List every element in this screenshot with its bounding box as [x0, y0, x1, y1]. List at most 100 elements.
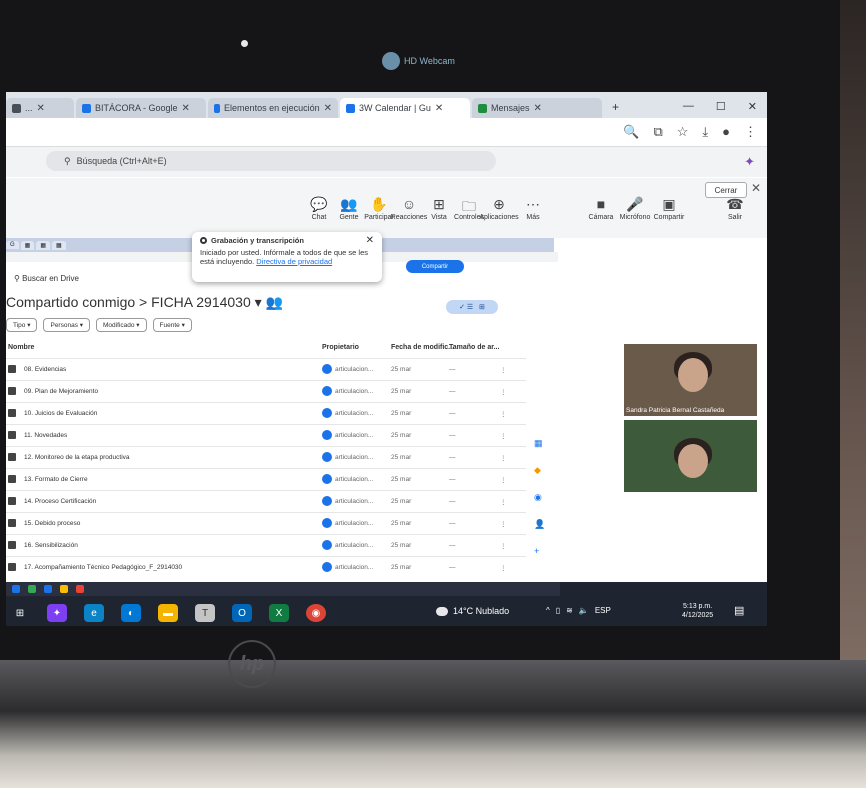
table-row[interactable]: 15. Debido proceso 25 mar — ⋮ articulacion..…	[6, 512, 526, 535]
more-options-icon[interactable]: ⋮	[500, 542, 507, 550]
weather-widget[interactable]: 14°C Nublado	[436, 606, 509, 616]
chat-button[interactable]: 💬 Chat	[302, 196, 336, 221]
more-options-icon[interactable]: ⋮	[500, 454, 507, 462]
profile-avatar[interactable]: ●	[722, 124, 730, 140]
salir-button[interactable]: ☎ Salir	[718, 196, 752, 221]
minimize-icon[interactable]: —	[683, 100, 694, 113]
chevron-up-icon[interactable]: ^	[546, 606, 550, 615]
filter-chip[interactable]: Tipo ▾	[6, 318, 38, 332]
share-button[interactable]: Compartir	[406, 260, 464, 273]
column-size[interactable]: Tamaño de ar...	[449, 344, 499, 351]
table-row[interactable]: 11. Novedades 25 mar — ⋮ articulacion...	[6, 424, 526, 447]
browser-menu-icon[interactable]: ⋮	[744, 124, 757, 140]
close-tab-icon[interactable]: ✕	[534, 103, 542, 114]
mic-icon: 🎤	[626, 196, 644, 212]
add-icon[interactable]: +	[534, 546, 550, 556]
drive-tab[interactable]: ▦	[20, 240, 35, 250]
drive-search[interactable]: ⚲ Buscar en Drive	[14, 274, 79, 283]
file-explorer-icon[interactable]: ▬	[158, 604, 178, 622]
table-row[interactable]: 08. Evidencias 25 mar — ⋮ articulacion...	[6, 358, 526, 381]
filter-chip[interactable]: Modificado ▾	[96, 318, 147, 332]
close-tab-icon[interactable]: ✕	[182, 103, 190, 114]
micrófono-button[interactable]: 🎤 Micrófono	[618, 196, 652, 221]
filter-chip[interactable]: Fuente ▾	[152, 318, 192, 332]
start-icon[interactable]: ⊞	[10, 604, 30, 622]
table-row[interactable]: 16. Sensibilización 25 mar — ⋮ articulacion.…	[6, 534, 526, 557]
volume-icon[interactable]: 🔈	[579, 606, 589, 615]
column-date[interactable]: Fecha de modific...	[391, 344, 454, 351]
raise-hand-icon: ✋	[370, 196, 388, 212]
vista-button[interactable]: ⊞ Vista	[422, 196, 456, 221]
notifications-icon[interactable]: ▤	[734, 604, 744, 617]
table-row[interactable]: 12. Monitoreo de la etapa productiva 25 m…	[6, 446, 526, 469]
column-name[interactable]: Nombre	[8, 344, 34, 351]
owner: articulacion...	[322, 562, 373, 572]
wifi-icon[interactable]: ≋	[566, 606, 573, 615]
teams-icon[interactable]: T	[195, 604, 215, 622]
más-button[interactable]: ⋯ Más	[516, 196, 550, 221]
browser-tab[interactable]: 3W Calendar | Gu ✕	[340, 98, 470, 118]
more-options-icon[interactable]: ⋮	[500, 476, 507, 484]
table-row[interactable]: 14. Proceso Certificación 25 mar — ⋮ articul…	[6, 490, 526, 513]
view-toggle[interactable]: ✓ ☰ ⊞	[446, 300, 498, 314]
drive-tab[interactable]: G	[6, 241, 19, 249]
new-tab-icon[interactable]: +	[604, 100, 627, 118]
browser-tab[interactable]: BITÁCORA - Google ✕	[76, 98, 206, 118]
filter-chip[interactable]: Personas ▾	[43, 318, 91, 332]
chrome-icon[interactable]: ◉	[306, 604, 326, 622]
keep-icon[interactable]: ◆	[534, 465, 550, 476]
close-tab-icon[interactable]: ✕	[37, 103, 45, 114]
download-icon[interactable]: ⤓	[702, 124, 708, 140]
close-icon[interactable]: ✕	[751, 181, 761, 195]
copilot-app-icon[interactable]: ✦	[47, 604, 67, 622]
tasks-icon[interactable]: ◉	[534, 492, 550, 503]
copilot-icon[interactable]: ✦	[744, 154, 755, 170]
privacy-link[interactable]: Directiva de privacidad	[256, 257, 332, 266]
table-row[interactable]: 13. Formato de Cierre 25 mar — ⋮ articulacio…	[6, 468, 526, 491]
breadcrumb[interactable]: Compartido conmigo > FICHA 2914030 ▾ 👥	[6, 294, 283, 311]
maximize-icon[interactable]: ☐	[716, 100, 726, 113]
participant-tile[interactable]	[624, 420, 757, 492]
more-options-icon[interactable]: ⋮	[500, 410, 507, 418]
more-options-icon[interactable]: ⋮	[500, 498, 507, 506]
bookmark-star-icon[interactable]: ☆	[677, 124, 689, 140]
table-row[interactable]: 17. Acompañamiento Técnico Pedagógico_F_…	[6, 556, 526, 579]
contacts-icon[interactable]: 👤	[534, 519, 550, 530]
language-indicator[interactable]: ESP	[595, 606, 611, 615]
table-row[interactable]: 10. Juicios de Evaluación 25 mar — ⋮ articul…	[6, 402, 526, 425]
table-row[interactable]: 09. Plan de Mejoramiento 25 mar — ⋮ articula…	[6, 380, 526, 403]
battery-icon[interactable]: ▯	[556, 606, 560, 615]
more-options-icon[interactable]: ⋮	[500, 520, 507, 528]
close-tab-icon[interactable]: ✕	[324, 103, 332, 114]
control-label: Participar	[364, 214, 394, 221]
install-app-icon[interactable]: ⧉	[653, 124, 662, 140]
gente-button[interactable]: 👥 Gente	[332, 196, 366, 221]
outlook-icon[interactable]: O	[232, 604, 252, 622]
column-owner[interactable]: Propietario	[322, 344, 359, 351]
cámara-button[interactable]: ■ Cámara	[584, 196, 618, 221]
browser-tab[interactable]: Mensajes ✕	[472, 98, 602, 118]
excel-icon[interactable]: X	[269, 604, 289, 622]
drive-tab[interactable]: ▦	[36, 240, 51, 250]
compartir-button[interactable]: ▣ Compartir	[652, 196, 686, 221]
aplicaciones-button[interactable]: ⊕ Aplicaciones	[479, 196, 518, 221]
participant-tile[interactable]: Sandra Patricia Bernal Castañeda	[624, 344, 757, 416]
more-options-icon[interactable]: ⋮	[500, 388, 507, 396]
close-tab-icon[interactable]: ✕	[435, 103, 443, 114]
more-options-icon[interactable]: ⋮	[500, 564, 507, 572]
close-icon[interactable]: ✕	[366, 235, 374, 246]
edge-alt-icon[interactable]: ◐	[121, 604, 141, 622]
browser-tab[interactable]: ... ✕	[6, 98, 74, 118]
browser-tab[interactable]: Elementos en ejecución ✕	[208, 98, 338, 118]
search-input[interactable]: ⚲ Búsqueda (Ctrl+Alt+E)	[46, 151, 496, 171]
close-window-icon[interactable]: ✕	[748, 100, 757, 113]
more-options-icon[interactable]: ⋮	[500, 366, 507, 374]
edge-icon[interactable]: e	[84, 604, 104, 622]
calendar-icon[interactable]: ▦	[534, 438, 550, 449]
more-options-icon[interactable]: ⋮	[500, 432, 507, 440]
reacciones-button[interactable]: ☺ Reacciones	[391, 196, 428, 221]
clock[interactable]: 5:13 p.m. 4/12/2025	[682, 602, 713, 620]
drive-tab[interactable]: ▦	[52, 240, 66, 250]
tab-favicon-icon	[82, 103, 91, 113]
zoom-icon[interactable]: 🔍	[623, 124, 639, 140]
